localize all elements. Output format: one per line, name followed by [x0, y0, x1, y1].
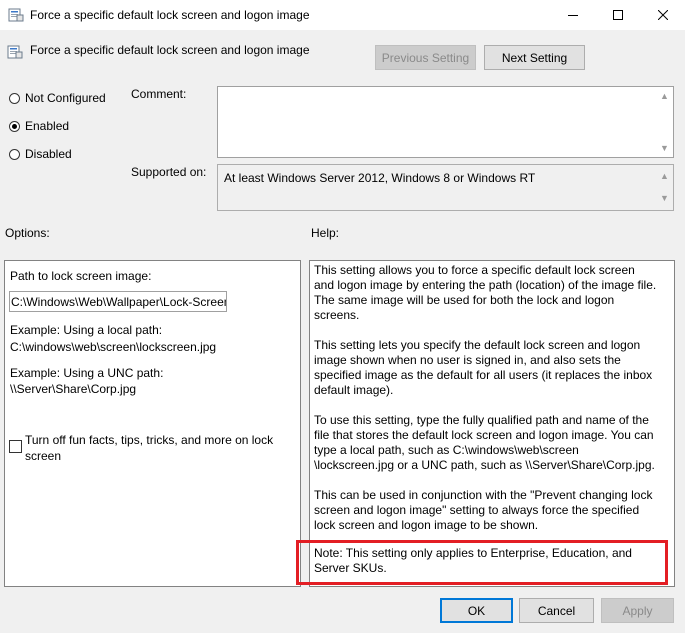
radio-enabled-label: Enabled: [25, 119, 70, 133]
radio-not-configured[interactable]: Not Configured: [9, 91, 106, 105]
fun-facts-checkbox-box[interactable]: [9, 440, 22, 453]
path-input-value: C:\Windows\Web\Wallpaper\Lock-Screen: [11, 295, 227, 309]
fun-facts-label: Turn off fun facts, tips, tricks, and mo…: [25, 432, 273, 464]
next-setting-button[interactable]: Next Setting: [484, 45, 585, 70]
minimize-icon: [567, 15, 578, 16]
apply-button[interactable]: Apply: [601, 598, 674, 623]
comment-scrollbar[interactable]: ▲ ▼: [656, 87, 673, 157]
help-paragraph: To use this setting, type the fully qual…: [314, 413, 655, 472]
policy-name: Force a specific default lock screen and…: [30, 43, 310, 57]
policy-app-icon: [8, 7, 24, 23]
supported-on-value: At least Windows Server 2012, Windows 8 …: [224, 171, 536, 185]
previous-setting-button[interactable]: Previous Setting: [375, 45, 476, 70]
maximize-icon: [612, 10, 623, 20]
example-local-value: C:\windows\web\screen\lockscreen.jpg: [10, 340, 217, 354]
help-label: Help:: [311, 226, 340, 240]
cancel-button[interactable]: Cancel: [519, 598, 594, 623]
scroll-up-icon[interactable]: ▲: [660, 91, 669, 101]
scroll-down-icon[interactable]: ▼: [660, 143, 669, 153]
window-title: Force a specific default lock screen and…: [30, 8, 310, 22]
help-paragraph: This setting allows you to force a speci…: [314, 263, 657, 322]
path-label: Path to lock screen image:: [10, 269, 152, 283]
comment-textarea[interactable]: ▲ ▼: [217, 86, 674, 158]
close-icon: [657, 10, 668, 20]
supported-scrollbar[interactable]: ▲ ▼: [656, 165, 673, 210]
fun-facts-label-line2: screen: [25, 449, 62, 463]
example-unc-value: \\Server\Share\Corp.jpg: [10, 382, 137, 396]
policy-setting-icon: [7, 44, 23, 60]
radio-disabled-indicator[interactable]: [9, 148, 20, 160]
example-local-title: Example: Using a local path:: [10, 323, 163, 337]
help-scrollbar[interactable]: [657, 261, 674, 586]
comment-value: [218, 87, 673, 93]
radio-not-configured-indicator[interactable]: [9, 92, 20, 104]
minimize-button[interactable]: [550, 0, 595, 30]
help-paragraph: This setting lets you specify the defaul…: [314, 338, 653, 397]
radio-disabled-label: Disabled: [25, 147, 72, 161]
supported-on-label: Supported on:: [131, 165, 207, 179]
help-panel: This setting allows you to force a speci…: [309, 260, 675, 587]
note-highlight-box: [296, 540, 668, 585]
comment-label: Comment:: [131, 87, 187, 101]
fun-facts-checkbox[interactable]: [9, 440, 22, 453]
path-input[interactable]: C:\Windows\Web\Wallpaper\Lock-Screen: [9, 291, 227, 312]
radio-enabled[interactable]: Enabled: [9, 119, 69, 133]
scroll-down-icon[interactable]: ▼: [660, 191, 669, 206]
scroll-up-icon[interactable]: ▲: [660, 169, 669, 184]
fun-facts-label-line1: Turn off fun facts, tips, tricks, and mo…: [25, 433, 274, 447]
radio-enabled-indicator[interactable]: [9, 120, 20, 132]
radio-not-configured-label: Not Configured: [25, 91, 106, 105]
close-button[interactable]: [640, 0, 685, 30]
ok-button[interactable]: OK: [440, 598, 513, 623]
supported-on-box: At least Windows Server 2012, Windows 8 …: [217, 164, 674, 211]
options-label: Options:: [5, 226, 50, 240]
maximize-button[interactable]: [595, 0, 640, 30]
radio-disabled[interactable]: Disabled: [9, 147, 72, 161]
help-content: This setting allows you to force a speci…: [314, 263, 657, 586]
help-paragraph: This can be used in conjunction with the…: [314, 488, 653, 532]
example-unc-title: Example: Using a UNC path:: [10, 366, 164, 380]
